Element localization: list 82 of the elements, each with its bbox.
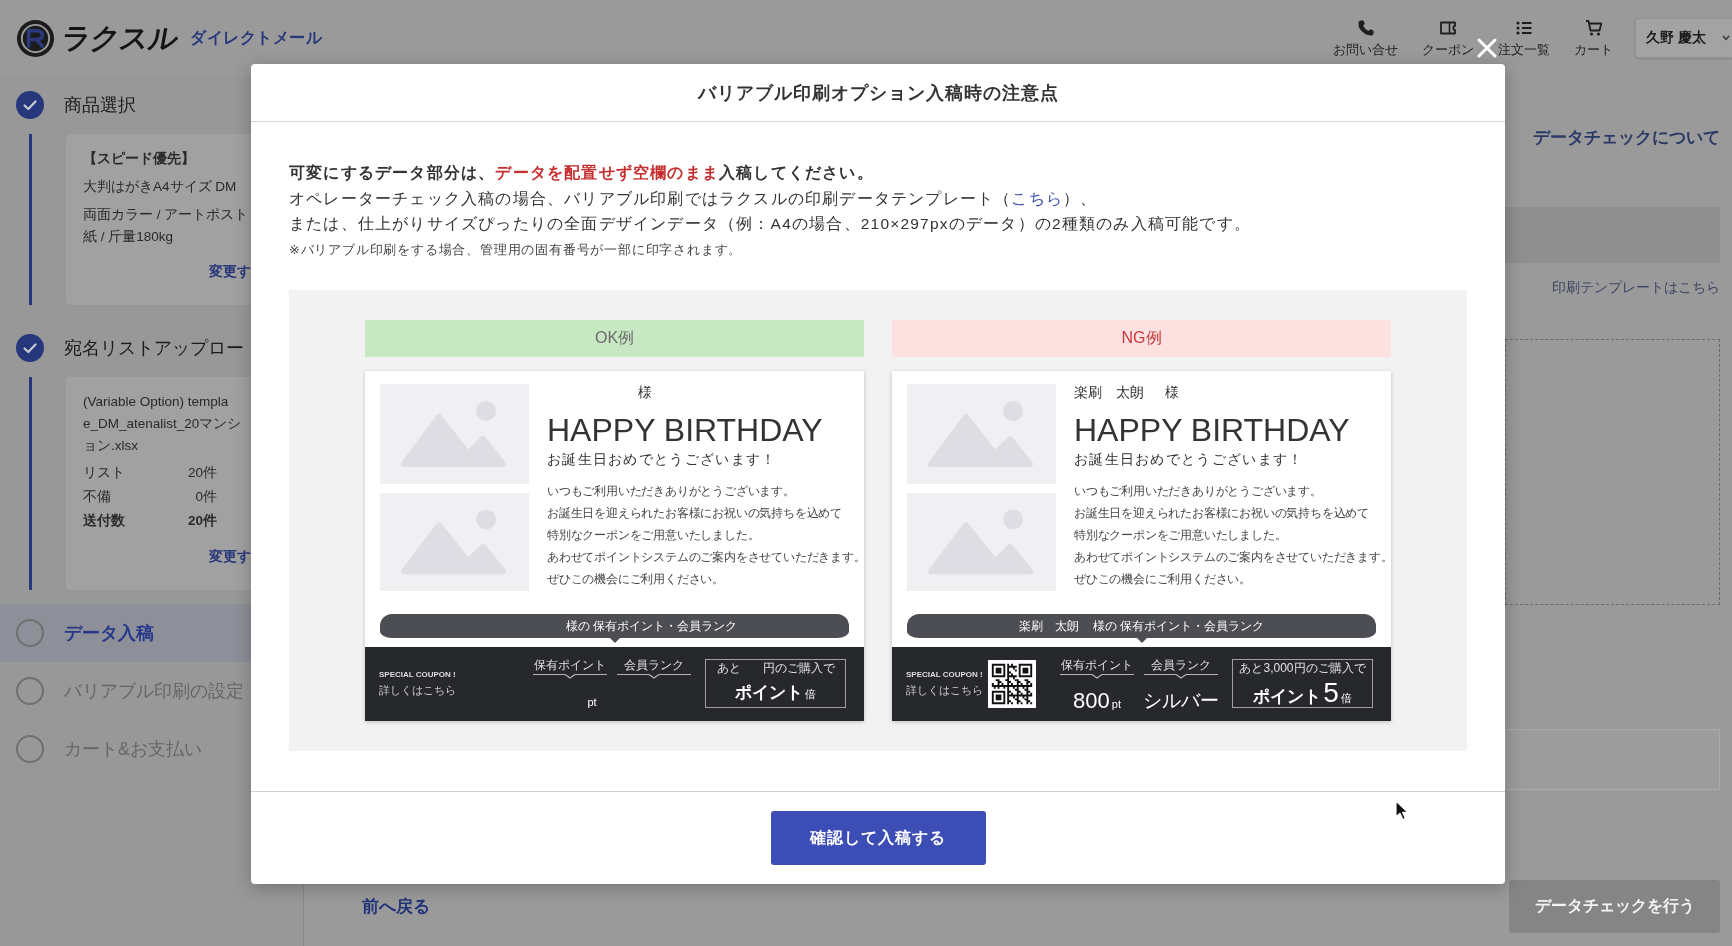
summary-text: 紙 / 斤量180kg <box>83 228 175 246</box>
offer-reward-text: ポイント 5 倍 <box>1253 679 1352 708</box>
notched-underline-icon <box>1144 673 1218 680</box>
message-line: 特別なクーポンをご用意いたしました。 <box>547 528 761 544</box>
message-line: いつもご利用いただきありがとうございます。 <box>547 484 796 500</box>
help-link[interactable]: データチェックについて <box>1533 126 1720 148</box>
header-nav-item[interactable]: 注文一覧 <box>1498 19 1550 57</box>
message-line: あわせてポイントシステムのご案内をさせていただきます。 <box>547 550 856 566</box>
inline-link[interactable]: こちら <box>1011 189 1063 207</box>
coupon-detail-text: 詳しくはこちら <box>906 683 984 699</box>
notched-underline-icon <box>617 673 691 680</box>
headline-text: HAPPY BIRTHDAY <box>547 411 824 450</box>
step-item[interactable]: 宛名リストアップロー <box>0 319 303 377</box>
ticket-icon <box>1439 19 1457 37</box>
close-icon <box>1477 38 1497 58</box>
offer-condition-text: あと 3,000円のご購入で <box>1239 661 1366 677</box>
summary-text: ョン.xlsx <box>83 437 139 455</box>
greeting-text: お誕生日おめでとうございます！ <box>1074 450 1305 470</box>
points-value: 800 pt <box>1073 687 1121 716</box>
back-link[interactable]: 前へ戻る <box>362 895 430 918</box>
points-label: 保有ポイント <box>1061 657 1133 674</box>
stat-value: 20件 <box>187 464 217 482</box>
points-banner: 楽刷 太朗 様の 保有ポイント・会員ランク <box>907 614 1376 644</box>
close-button[interactable] <box>1477 38 1497 58</box>
rank-label: 会員ランク <box>624 657 684 674</box>
points-label: 保有ポイント <box>534 657 606 674</box>
message-line: お誕生日を迎えられたお客様にお祝いの気持ちを込めて <box>547 506 843 522</box>
change-link[interactable]: 変更す <box>209 261 251 283</box>
confirm-button[interactable]: 確認して入稿する <box>770 811 986 866</box>
note-text: オペレーターチェック入稿の場合、バリアブル印刷ではラクスルの印刷データテンプレート（こちら）、 <box>289 188 1099 209</box>
summary-text: 大判はがきA4サイズ DM <box>83 178 238 196</box>
service-name: ダイレクトメール <box>190 27 322 48</box>
stat-label: リスト <box>83 464 125 482</box>
mouse-pointer-icon <box>1395 800 1409 821</box>
coupon-title: SPECIAL COUPON ! <box>379 669 457 682</box>
example-label: NG例 <box>892 320 1391 358</box>
stat-value: 20件 <box>187 512 217 530</box>
headline-text: HAPPY BIRTHDAY <box>1074 411 1351 450</box>
stat-label: 送付数 <box>83 512 125 530</box>
modal-title: バリアブル印刷オプション入稿時の注意点 <box>697 81 1059 105</box>
header-nav-item[interactable]: カート <box>1574 19 1613 57</box>
offer-reward-text: ポイント 倍 <box>735 682 816 705</box>
note-text: 可変にするデータ部分は、データを配置せず空欄のまま 入稿してください。 <box>289 163 875 184</box>
template-link[interactable]: 印刷テンプレートはこちら <box>1552 278 1720 298</box>
stat-value: 0件 <box>195 488 217 506</box>
note-text: または、仕上がりサイズぴったりの全面デザインデータ（例：A4の場合、210×297pxのデータ）の2種類のみ入稿可能です。 <box>289 214 1252 235</box>
user-menu-button[interactable]: 久野 慶太 <box>1635 18 1732 58</box>
points-value: pt <box>586 695 597 711</box>
header-nav-item[interactable]: お問い合せ <box>1333 19 1398 57</box>
message-line: ぜひこの機会にご利用ください。 <box>1074 572 1252 588</box>
brand-logo-text: ラクスル <box>58 21 182 56</box>
message-line: いつもご利用いただきありがとうございます。 <box>1074 484 1323 500</box>
logo-mark-icon <box>16 18 55 58</box>
notched-underline-icon <box>1060 673 1134 680</box>
offer-condition-text: あと 円のご購入で <box>716 661 835 677</box>
notched-underline-icon <box>533 673 607 680</box>
message-line: あわせてポイントシステムのご案内をさせていただきます。 <box>1074 550 1383 566</box>
summary-text: 両面カラー / アートポスト <box>83 206 250 224</box>
addressee-text: 様 <box>637 384 653 403</box>
coupon-detail-text: 詳しくはこちら <box>379 683 457 699</box>
change-link[interactable]: 変更す <box>209 546 251 568</box>
header-nav-item[interactable]: クーポン <box>1422 19 1474 57</box>
cart-icon <box>1584 19 1603 37</box>
list-icon <box>1515 19 1533 37</box>
summary-text: (Variable Option) templa <box>83 393 230 411</box>
phone-icon <box>1356 19 1375 37</box>
summary-title: 【スピード優先】 <box>83 150 196 168</box>
caret-icon <box>1722 35 1730 41</box>
note-text: ※バリアブル印刷をする場合、管理用の固有番号が一部に印字されます。 <box>289 240 744 259</box>
stat-label: 不備 <box>83 488 111 506</box>
greeting-text: お誕生日おめでとうございます！ <box>547 450 778 470</box>
rank-value: シルバー <box>1143 689 1219 714</box>
coupon-title: SPECIAL COUPON ! <box>906 669 984 682</box>
message-line: お誕生日を迎えられたお客様にお祝いの気持ちを込めて <box>1074 506 1370 522</box>
addressee-text: 楽刷 太朗 様 <box>1074 384 1180 403</box>
message-line: ぜひこの機会にご利用ください。 <box>547 572 725 588</box>
rank-label: 会員ランク <box>1151 657 1211 674</box>
step-item[interactable]: 商品選択 <box>0 76 303 134</box>
example-label: OK例 <box>365 320 864 358</box>
summary-text: e_DM_atenalist_20マンシ <box>83 415 243 433</box>
points-banner: 様の 保有ポイント・会員ランク <box>380 614 849 644</box>
message-line: 特別なクーポンをご用意いたしました。 <box>1074 528 1288 544</box>
